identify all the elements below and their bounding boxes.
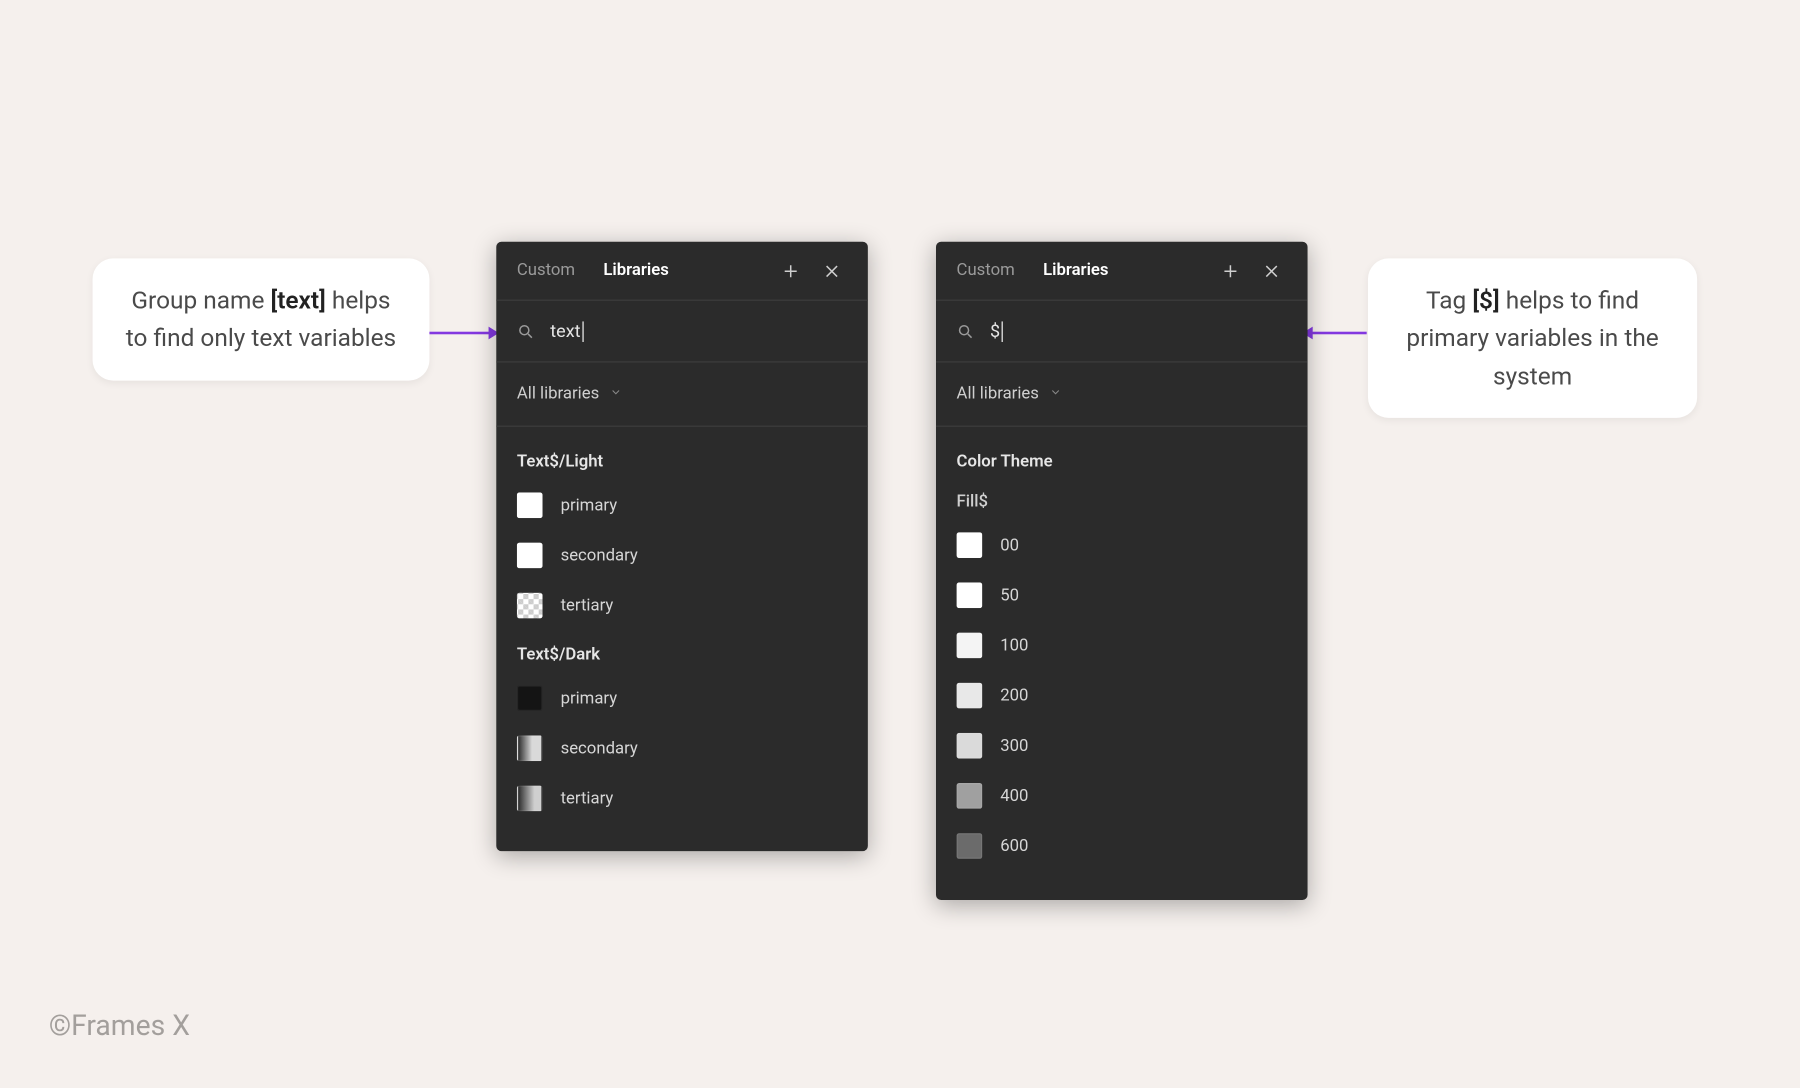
variable-item[interactable]: 200 <box>957 675 1287 716</box>
close-icon[interactable] <box>1256 255 1287 286</box>
color-swatch-icon <box>517 786 543 812</box>
filter-label: All libraries <box>517 384 599 403</box>
color-swatch-icon <box>517 543 543 569</box>
variable-item[interactable]: 600 <box>957 825 1287 866</box>
callout-text: Group name <box>131 285 270 315</box>
results-list: Color ThemeFill$ 00 50 100 200 300 400 600 <box>936 427 1308 886</box>
variables-panel-dollar: Custom Libraries $ All libraries Color T… <box>936 242 1308 900</box>
variables-panel-text: Custom Libraries text All libraries Text… <box>496 242 868 851</box>
callout-tag: [text] <box>270 285 325 315</box>
variable-item[interactable]: 100 <box>957 625 1287 666</box>
variable-item[interactable]: tertiary <box>517 778 847 819</box>
results-list: Text$/Light primary secondary tertiary Text$… <box>496 427 868 838</box>
variable-item[interactable]: primary <box>517 678 847 719</box>
color-swatch-icon <box>957 582 983 608</box>
variable-label: 100 <box>1000 636 1028 655</box>
variable-label: primary <box>561 688 618 707</box>
group-label: Text$/Light <box>517 442 847 484</box>
plus-icon[interactable] <box>775 255 806 286</box>
plus-icon[interactable] <box>1215 255 1246 286</box>
search-input[interactable]: $ <box>990 321 1003 342</box>
variable-label: 400 <box>1000 786 1028 805</box>
color-swatch-icon <box>957 633 983 659</box>
tab-libraries[interactable]: Libraries <box>603 261 668 280</box>
callout-right: Tag [$] helps to find primary variables … <box>1368 258 1697 418</box>
callout-tag: [$] <box>1472 285 1499 315</box>
variable-label: secondary <box>561 739 638 758</box>
close-icon[interactable] <box>816 255 847 286</box>
section-title: Color Theme <box>957 442 1287 484</box>
color-swatch-icon <box>517 685 543 711</box>
variable-label: 200 <box>1000 686 1028 705</box>
subgroup-label: Fill$ <box>957 485 1287 525</box>
search-icon <box>517 322 535 340</box>
variable-item[interactable]: 400 <box>957 775 1287 816</box>
variable-label: tertiary <box>561 596 614 615</box>
variable-item[interactable]: 50 <box>957 575 1287 616</box>
color-swatch-icon <box>957 683 983 709</box>
variable-item[interactable]: tertiary <box>517 585 847 626</box>
library-filter[interactable]: All libraries <box>936 363 1308 427</box>
chevron-down-icon <box>1049 384 1062 403</box>
variable-label: 50 <box>1000 586 1019 605</box>
variable-label: secondary <box>561 546 638 565</box>
variable-item[interactable]: secondary <box>517 535 847 576</box>
variable-label: 00 <box>1000 535 1019 554</box>
variable-label: primary <box>561 496 618 515</box>
text-caret-icon <box>582 321 583 342</box>
color-swatch-icon <box>957 733 983 759</box>
search-value: text <box>550 321 580 342</box>
search-icon <box>957 322 975 340</box>
callout-text: Tag <box>1426 285 1472 315</box>
variable-label: tertiary <box>561 789 614 808</box>
search-input[interactable]: text <box>550 321 583 342</box>
color-swatch-icon <box>957 783 983 809</box>
arrow-icon <box>429 332 491 335</box>
panel-header: Custom Libraries <box>496 242 868 301</box>
color-swatch-icon <box>517 492 543 518</box>
search-row[interactable]: text <box>496 301 868 363</box>
tab-custom[interactable]: Custom <box>517 261 575 280</box>
variable-item[interactable]: 00 <box>957 525 1287 566</box>
variable-item[interactable]: secondary <box>517 728 847 769</box>
group-label: Text$/Dark <box>517 635 847 677</box>
callout-left: Group name [text] helps to find only tex… <box>93 258 430 380</box>
search-row[interactable]: $ <box>936 301 1308 363</box>
text-caret-icon <box>1001 321 1002 342</box>
library-filter[interactable]: All libraries <box>496 363 868 427</box>
tab-libraries[interactable]: Libraries <box>1043 261 1108 280</box>
variable-item[interactable]: primary <box>517 485 847 526</box>
variable-item[interactable]: 300 <box>957 725 1287 766</box>
tab-custom[interactable]: Custom <box>957 261 1015 280</box>
color-swatch-icon <box>957 833 983 859</box>
variable-label: 300 <box>1000 736 1028 755</box>
color-swatch-icon <box>517 593 543 619</box>
footer-credit: ©Frames X <box>49 1011 190 1043</box>
search-value: $ <box>990 321 1000 342</box>
variable-label: 600 <box>1000 836 1028 855</box>
filter-label: All libraries <box>957 384 1039 403</box>
color-swatch-icon <box>517 735 543 761</box>
arrow-icon <box>1310 332 1367 335</box>
panel-header: Custom Libraries <box>936 242 1308 301</box>
color-swatch-icon <box>957 532 983 558</box>
chevron-down-icon <box>609 384 622 403</box>
